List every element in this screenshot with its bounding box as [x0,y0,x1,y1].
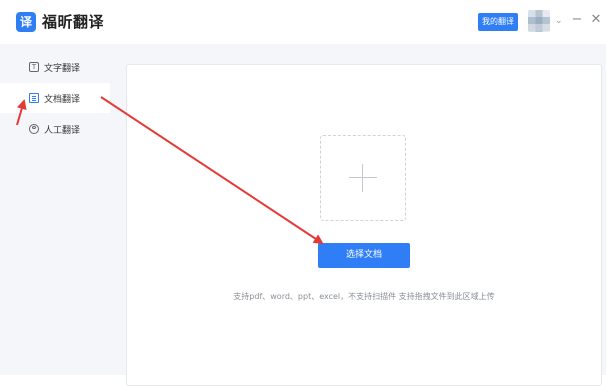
sidebar-item-label: 人工翻译 [44,125,81,136]
document-icon [29,93,39,103]
select-document-button[interactable]: 选择文档 [318,243,410,268]
plus-icon [349,164,377,192]
avatar[interactable] [528,10,550,32]
sidebar-item-document-translate[interactable]: 文档翻译 [0,83,110,113]
sidebar-item-human-translate[interactable]: 人工翻译 [0,114,110,144]
text-icon: T [29,62,39,72]
upload-card[interactable]: 选择文档 支持pdf、word、ppt、excel，不支持扫描件 支持拖拽文件到… [126,64,602,386]
sidebar-item-label: 文档翻译 [44,94,81,105]
my-translations-button[interactable]: 我的翻译 [478,13,518,31]
sidebar: T 文字翻译 文档翻译 人工翻译 [0,44,110,375]
sidebar-item-text-translate[interactable]: T 文字翻译 [0,52,110,82]
main-content: 选择文档 支持pdf、word、ppt、excel，不支持扫描件 支持拖拽文件到… [110,44,606,386]
upload-hint: 支持pdf、word、ppt、excel，不支持扫描件 支持拖拽文件到此区域上传 [233,292,495,301]
sidebar-item-label: 文字翻译 [44,63,81,74]
app-title: 福昕翻译 [42,13,105,31]
file-drop-zone[interactable] [320,135,406,221]
app-logo-icon: 译 [16,12,36,32]
title-bar: 译 福昕翻译 我的翻译 ⌄ − ✕ [0,0,606,44]
chevron-down-icon[interactable]: ⌄ [555,13,563,29]
minimize-button[interactable]: − [570,11,584,29]
close-button[interactable]: ✕ [589,11,603,29]
human-translate-icon [29,124,39,134]
